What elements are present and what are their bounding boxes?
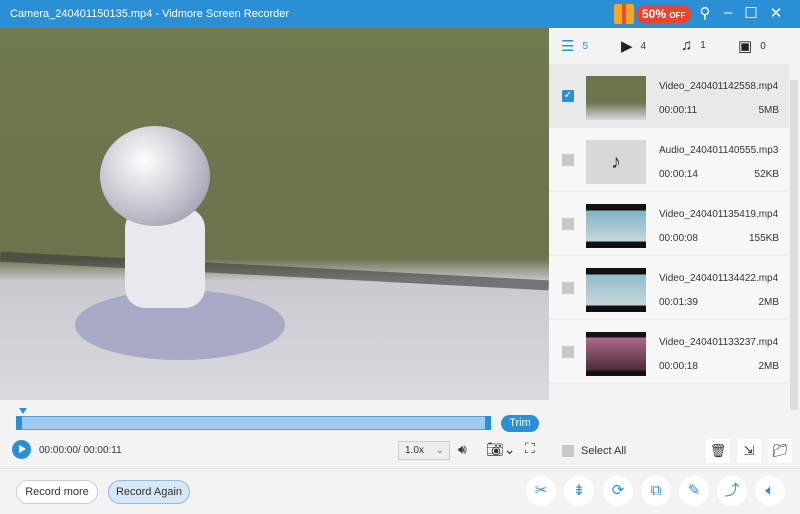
volume-boost-icon[interactable]: 🔈︎ <box>755 476 785 506</box>
file-duration: 00:00:11 <box>659 105 698 116</box>
list-item[interactable]: ♪ Audio_240401140555.mp3 00:00:14 52KB <box>549 128 789 192</box>
select-all[interactable]: Select All <box>562 445 626 457</box>
thumbnail <box>586 268 646 312</box>
speed-value: 1.0x <box>405 445 424 456</box>
file-size: 2MB <box>758 361 779 372</box>
file-name: Video_240401135419.mp4 <box>659 209 779 220</box>
gift-icon <box>614 4 634 24</box>
file-name: Audio_240401140555.mp3 <box>659 145 779 156</box>
trash-icon[interactable]: 🗑︎ <box>706 439 730 463</box>
record-again-button[interactable]: Record Again <box>108 480 190 504</box>
file-size: 5MB <box>758 105 779 116</box>
thumbnail <box>586 76 646 120</box>
tab-image[interactable]: ▣ 0 <box>738 37 766 55</box>
timeline-track[interactable] <box>16 416 491 430</box>
list-item[interactable]: ✓ Video_240401142558.mp4 00:00:11 5MB <box>549 64 789 128</box>
audio-count: 1 <box>700 40 706 51</box>
file-size: 155KB <box>748 233 779 244</box>
fullscreen-icon[interactable]: ⛶ <box>525 440 535 457</box>
file-sidebar: ☰ 5 ▶ 4 ♫ 1 ▣ 0 ✓ Video_240401142558.mp4 00:00… <box>549 28 800 468</box>
player-controls: Trim 00:00:00/ 00:00:11 1.0x ⌄ 🔊︎ 📷︎⌄ ⛶ <box>0 400 549 468</box>
export-icon[interactable]: ⇲ <box>737 439 761 463</box>
trim-button[interactable]: Trim <box>501 415 539 432</box>
checkbox[interactable]: ✓ <box>562 90 574 102</box>
checkbox[interactable] <box>562 218 574 230</box>
minimize-button[interactable]: – <box>718 4 738 21</box>
merge-icon[interactable]: ⧉ <box>641 476 671 506</box>
file-duration: 00:00:14 <box>659 169 698 180</box>
figure-head <box>100 126 210 226</box>
title-bar: Camera_240401150135.mp4 - Vidmore Screen… <box>0 0 800 28</box>
edit-icon[interactable]: ✎ <box>679 476 709 506</box>
playhead[interactable] <box>19 408 27 414</box>
list-item[interactable]: Video_240401134422.mp4 00:01:39 2MB <box>549 256 789 320</box>
promo-button[interactable]: 50% OFF <box>614 4 692 24</box>
compress-icon[interactable]: ⇟ <box>564 476 594 506</box>
record-more-button[interactable]: Record more <box>16 480 98 504</box>
audio-thumbnail-icon: ♪ <box>586 140 646 184</box>
promo-text: 50% <box>642 7 667 21</box>
time-display: 00:00:00/ 00:00:11 <box>39 445 122 456</box>
video-preview[interactable] <box>0 28 549 400</box>
maximize-button[interactable]: ☐ <box>741 4 761 22</box>
rotate-icon[interactable]: ⟳ <box>603 476 633 506</box>
audio-convert-icon[interactable]: ⤴ <box>717 476 747 506</box>
list-icon: ☰ <box>561 38 575 55</box>
volume-icon[interactable]: 🔊︎ <box>458 441 467 458</box>
chevron-down-icon: ⌄ <box>435 445 444 456</box>
image-icon: ▣ <box>738 38 753 55</box>
thumbnail <box>586 332 646 376</box>
thumbnail <box>586 204 646 248</box>
folder-icon[interactable]: 📁︎ <box>768 439 792 463</box>
file-name: Video_240401142558.mp4 <box>659 81 779 92</box>
music-icon: ♫ <box>681 37 693 54</box>
image-count: 0 <box>760 40 766 52</box>
list-item[interactable]: Video_240401133237.mp4 00:00:18 2MB <box>549 320 789 384</box>
speed-select[interactable]: 1.0x ⌄ <box>398 441 450 460</box>
tab-all[interactable]: ☰ 5 <box>561 37 588 55</box>
file-list: ✓ Video_240401142558.mp4 00:00:11 5MB ♪ Audi… <box>549 64 789 384</box>
list-item[interactable]: Video_240401135419.mp4 00:00:08 155KB <box>549 192 789 256</box>
checkbox[interactable] <box>562 282 574 294</box>
video-icon: ▶ <box>621 38 633 55</box>
select-all-label: Select All <box>581 445 627 457</box>
file-duration: 00:01:39 <box>659 297 698 308</box>
window-title: Camera_240401150135.mp4 - Vidmore Screen… <box>10 8 290 20</box>
filter-tabs: ☰ 5 ▶ 4 ♫ 1 ▣ 0 <box>549 28 800 64</box>
tab-audio[interactable]: ♫ 1 <box>681 37 706 54</box>
key-icon[interactable]: ⚲ <box>695 4 715 22</box>
video-count: 4 <box>640 40 647 52</box>
file-duration: 00:00:18 <box>659 361 698 372</box>
promo-badge: 50% OFF <box>636 5 692 23</box>
scrollbar[interactable] <box>790 80 798 410</box>
trim-start-handle[interactable] <box>16 416 22 430</box>
tab-video[interactable]: ▶ 4 <box>621 37 646 55</box>
bottom-bar: Record more Record Again ✂ ⇟ ⟳ ⧉ ✎ ⤴ 🔈︎ <box>0 468 800 514</box>
file-name: Video_240401134422.mp4 <box>659 273 779 284</box>
play-button[interactable] <box>12 440 31 459</box>
checkbox[interactable] <box>562 154 574 166</box>
file-size: 2MB <box>758 297 779 308</box>
promo-suffix: OFF <box>669 11 686 20</box>
scissors-icon[interactable]: ✂ <box>526 476 556 506</box>
close-button[interactable]: ✕ <box>766 4 786 22</box>
all-count: 5 <box>582 40 589 52</box>
camera-icon[interactable]: 📷︎⌄ <box>486 441 516 458</box>
select-all-checkbox[interactable] <box>562 445 574 457</box>
file-duration: 00:00:08 <box>659 233 698 244</box>
file-size: 52KB <box>754 169 779 180</box>
shelf <box>0 251 549 291</box>
trim-end-handle[interactable] <box>485 416 491 430</box>
checkbox[interactable] <box>562 346 574 358</box>
file-name: Video_240401133237.mp4 <box>659 337 779 348</box>
